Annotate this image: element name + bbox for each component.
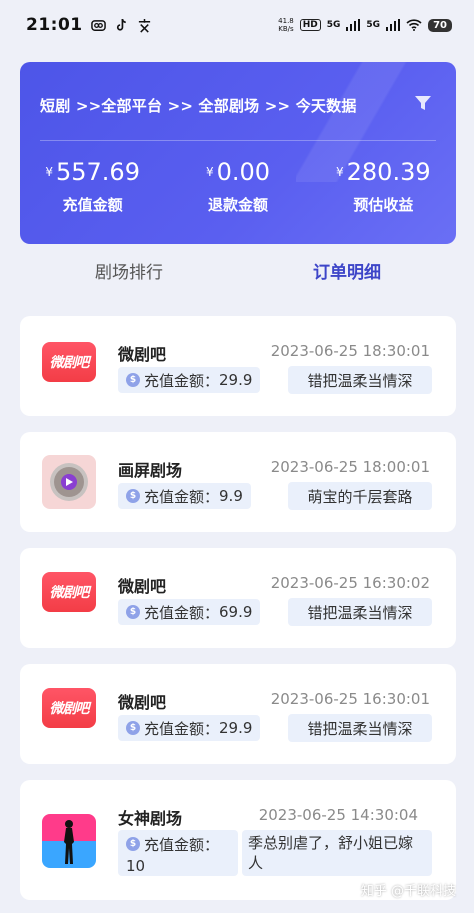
- stat-recharge-amount: ¥557.69: [45, 158, 140, 186]
- stat-refund-label: 退款金额: [207, 196, 268, 214]
- stat-income-amount: ¥280.39: [336, 158, 431, 186]
- order-amount: $ 充值金额： 10: [118, 830, 238, 876]
- order-amount: $ 充值金额： 9.9: [118, 483, 251, 509]
- order-amount: $ 充值金额： 69.9: [118, 599, 261, 625]
- tab-theater-ranking[interactable]: 剧场排行: [20, 258, 238, 288]
- stat-refund: ¥0.00 退款金额: [165, 158, 310, 215]
- battery-indicator: 70: [428, 18, 452, 32]
- stat-recharge: ¥557.69 充值金额: [20, 158, 165, 215]
- stat-refund-amount: ¥0.00: [205, 158, 271, 186]
- card-divider: [40, 140, 436, 141]
- status-right: 41.8 KB/s HD 5G 5G 70: [278, 17, 452, 33]
- tab-bar: 剧场排行 订单明细: [20, 258, 456, 288]
- coin-icon: $: [126, 489, 140, 503]
- order-drama-title: 错把温柔当情深: [288, 366, 432, 394]
- order-time: 2023-06-25 18:00:01: [270, 458, 430, 476]
- order-time: 2023-06-25 16:30:02: [270, 574, 430, 592]
- stats-row: ¥557.69 充值金额 ¥0.00 退款金额 ¥280.39 预估收益: [20, 158, 456, 215]
- huaping-theater-logo: [42, 455, 96, 509]
- order-amount: $ 充值金额： 29.9: [118, 715, 261, 741]
- order-time: 2023-06-25 14:30:04: [258, 806, 418, 824]
- order-drama-title: 季总别虐了，舒小姐已嫁人: [242, 830, 432, 876]
- stat-estimated-income: ¥280.39 预估收益: [311, 158, 456, 215]
- order-app-name: 微剧吧: [118, 345, 167, 364]
- status-time: 21:01: [26, 15, 83, 35]
- coin-icon: $: [126, 373, 140, 387]
- nvshen-theater-logo: [42, 814, 96, 868]
- filter-icon[interactable]: [412, 92, 434, 114]
- order-card[interactable]: 微剧吧 微剧吧 2023-06-25 16:30:02 $ 充值金额： 69.9 …: [20, 548, 456, 648]
- net-speed: 41.8 KB/s: [278, 17, 294, 33]
- order-card[interactable]: 微剧吧 微剧吧 2023-06-25 16:30:01 $ 充值金额： 29.9 …: [20, 664, 456, 764]
- order-card[interactable]: 微剧吧 微剧吧 2023-06-25 18:30:01 $ 充值金额： 29.9 …: [20, 316, 456, 416]
- signal-bars-icon-2: [386, 19, 401, 31]
- order-app-name: 微剧吧: [118, 693, 167, 712]
- tiktok-icon: [116, 18, 126, 31]
- status-left: 21:01: [26, 15, 152, 35]
- order-drama-title: 萌宝的千层套路: [288, 482, 432, 510]
- order-app-name: 微剧吧: [118, 577, 167, 596]
- order-drama-title: 错把温柔当情深: [288, 598, 432, 626]
- order-app-name: 女神剧场: [118, 809, 183, 828]
- play-disc-icon: [50, 463, 88, 501]
- order-time: 2023-06-25 18:30:01: [270, 342, 430, 360]
- order-drama-title: 错把温柔当情深: [288, 714, 432, 742]
- weijuba-logo: 微剧吧: [42, 572, 96, 612]
- weijuba-logo: 微剧吧: [42, 688, 96, 728]
- summary-card: 短剧 >>全部平台 >> 全部剧场 >> 今天数据 ¥557.69 充值金额 ¥…: [20, 62, 456, 244]
- signal-5g-label-1: 5G: [326, 20, 341, 30]
- stat-income-label: 预估收益: [353, 196, 414, 214]
- stat-recharge-label: 充值金额: [62, 196, 123, 214]
- wifi-icon: [406, 19, 422, 31]
- coin-icon: $: [126, 721, 140, 735]
- coin-icon: $: [126, 605, 140, 619]
- app-notification-icon: [138, 18, 150, 33]
- order-app-name: 画屏剧场: [118, 461, 183, 480]
- breadcrumb[interactable]: 短剧 >>全部平台 >> 全部剧场 >> 今天数据: [40, 95, 357, 116]
- tab-order-details[interactable]: 订单明细: [238, 258, 456, 288]
- signal-5g-label-2: 5G: [366, 20, 381, 30]
- weijuba-logo: 微剧吧: [42, 342, 96, 382]
- coin-icon: $: [126, 837, 140, 851]
- goddess-silhouette-icon: [64, 820, 74, 864]
- watermark: 知乎 @千联科技: [360, 884, 456, 899]
- order-card[interactable]: 画屏剧场 2023-06-25 18:00:01 $ 充值金额： 9.9 萌宝的千…: [20, 432, 456, 532]
- signal-bars-icon: [346, 19, 361, 31]
- order-time: 2023-06-25 16:30:01: [270, 690, 430, 708]
- order-amount: $ 充值金额： 29.9: [118, 367, 261, 393]
- hd-badge: HD: [299, 19, 321, 31]
- status-bar: 21:01 41.8 KB/s HD 5G 5G 70: [0, 0, 474, 50]
- link-icon: [90, 19, 106, 31]
